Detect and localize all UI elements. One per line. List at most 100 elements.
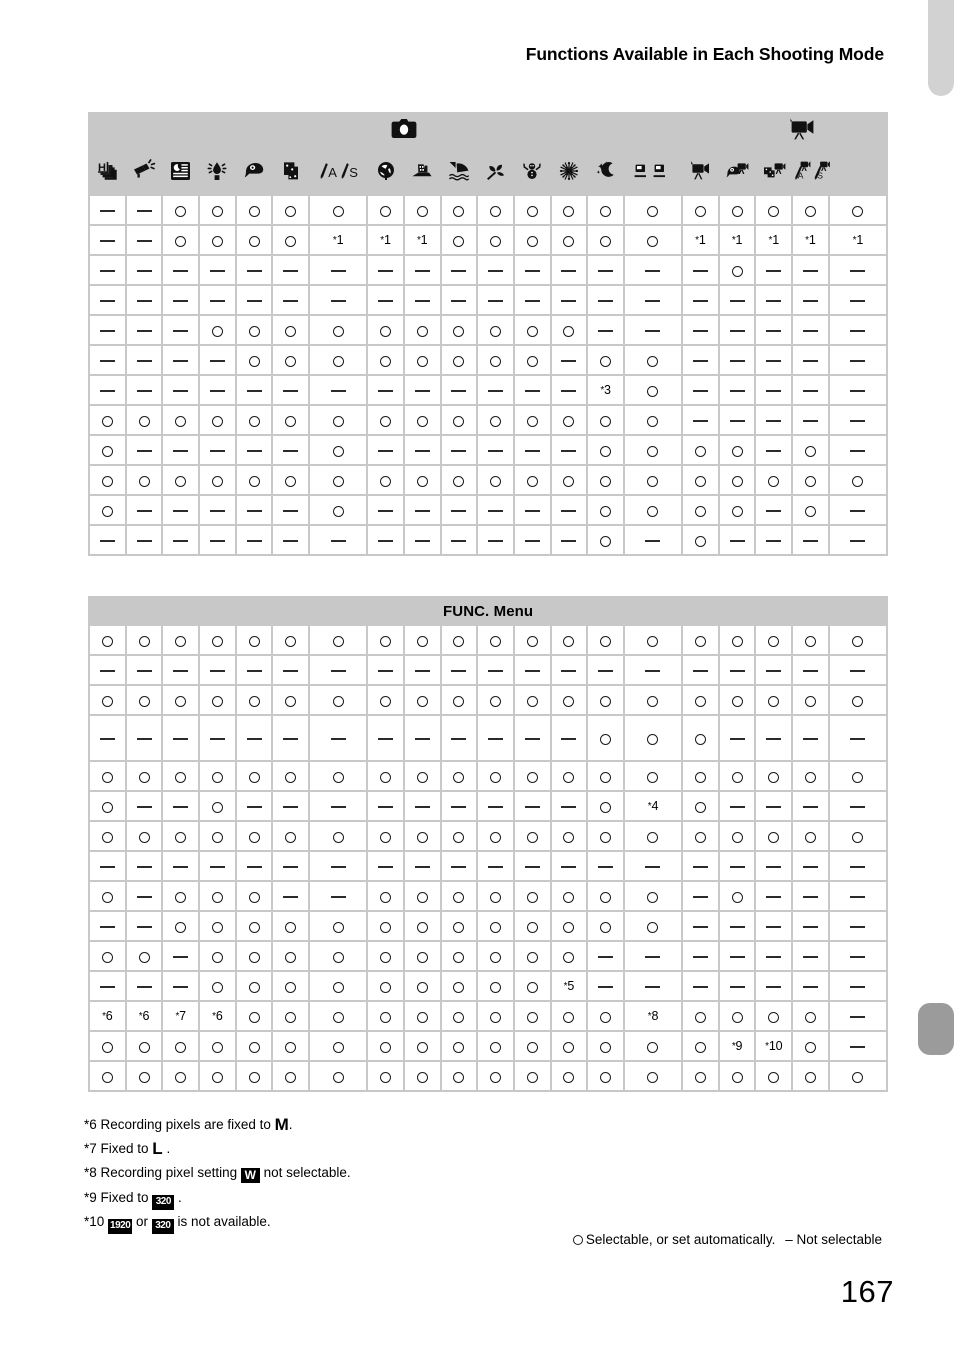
mark-available (453, 981, 465, 993)
mark-available (211, 635, 223, 647)
matrix-cell (478, 972, 513, 1000)
mark-available (285, 475, 297, 487)
matrix-cell: *1 (404, 226, 440, 254)
matrix-cell (551, 686, 587, 714)
footnote-10: *10 1920 or 320 is not available. (84, 1210, 351, 1234)
matrix-cell (404, 792, 440, 820)
still-camera-icon (391, 119, 417, 139)
matrix-cell (719, 882, 755, 910)
mark-available (138, 771, 150, 783)
matrix-cell (404, 686, 440, 714)
matrix-cell (551, 436, 587, 464)
mark-available (647, 695, 659, 707)
matrix-cell (126, 792, 162, 820)
mark-unavailable (378, 540, 394, 543)
mark-available (138, 695, 150, 707)
mark-unavailable (283, 450, 299, 453)
matrix-cell (368, 882, 403, 910)
matrix-cell (551, 376, 587, 404)
mark-available (804, 1071, 816, 1083)
mark-available (647, 891, 659, 903)
mark-unavailable (136, 270, 152, 273)
mark-available (175, 415, 187, 427)
mark-unavailable (766, 956, 782, 959)
matrix-cell (756, 686, 792, 714)
matrix-cell (236, 256, 272, 284)
mark-unavailable (414, 540, 430, 543)
matrix-cell (273, 716, 309, 760)
matrix-cell (126, 226, 162, 254)
mark-unavailable (645, 986, 661, 989)
mark-unavailable (173, 330, 189, 333)
matrix-cell (441, 376, 477, 404)
matrix-cell (368, 792, 403, 820)
mark-unavailable (850, 738, 866, 741)
mark-unavailable (246, 270, 262, 273)
footnote-text: not selectable. (259, 1165, 351, 1181)
matrix-cell (478, 526, 513, 554)
matrix-cell (551, 346, 587, 374)
mark-unavailable (451, 806, 467, 809)
mark-available (175, 771, 187, 783)
mark-unavailable (766, 540, 782, 543)
mark-unavailable (414, 738, 430, 741)
svg-text:A: A (798, 170, 804, 180)
mark-available (526, 325, 538, 337)
matrix-cell (441, 656, 477, 684)
mark-unavailable (692, 926, 708, 929)
mark-available (453, 325, 465, 337)
mark-unavailable (802, 806, 818, 809)
mark-available (768, 1011, 780, 1023)
movie-miniature-icon (756, 159, 791, 183)
mark-available (600, 535, 612, 547)
matrix-cell (514, 316, 550, 344)
mark-available (647, 505, 659, 517)
mark-available (694, 695, 706, 707)
mark-unavailable (729, 866, 745, 869)
mark-unavailable (729, 986, 745, 989)
matrix-cell (126, 346, 162, 374)
mark-unavailable (136, 450, 152, 453)
matrix-cell (719, 942, 755, 970)
matrix-cell (793, 436, 828, 464)
matrix-cell (163, 656, 199, 684)
matrix-cell (624, 626, 682, 654)
mark-unavailable (173, 806, 189, 809)
matrix-cell (514, 972, 550, 1000)
matrix-cell (163, 1062, 199, 1090)
matrix-cell (624, 762, 682, 790)
matrix-cell: *1 (310, 226, 367, 254)
mark-available (332, 355, 344, 367)
mark-available (211, 1071, 223, 1083)
matrix-cell (441, 526, 477, 554)
matrix-cell (514, 1002, 550, 1030)
matrix-cell (404, 316, 440, 344)
matrix-cell (404, 466, 440, 494)
mark-available (453, 695, 465, 707)
mark-unavailable (729, 540, 745, 543)
matrix-cell (588, 526, 623, 554)
mark-unavailable (561, 806, 577, 809)
matrix-cell (683, 792, 718, 820)
matrix-cell (90, 1062, 125, 1090)
matrix-cell (441, 716, 477, 760)
matrix-cell (236, 406, 272, 434)
matrix-cell (441, 852, 477, 880)
matrix-cell (200, 626, 235, 654)
matrix-cell (90, 686, 125, 714)
mark-unavailable (136, 926, 152, 929)
matrix-cell (163, 196, 199, 224)
best-image-selection-icon (127, 159, 162, 183)
poster-effect-icon (405, 159, 440, 183)
matrix-cell (441, 972, 477, 1000)
mark-available (647, 771, 659, 783)
mark-unavailable (488, 300, 504, 303)
mark-available (852, 1071, 864, 1083)
mark-available (453, 235, 465, 247)
matrix-cell (551, 406, 587, 434)
mark-available (490, 771, 502, 783)
matrix-cell (90, 256, 125, 284)
mark-unavailable (173, 986, 189, 989)
matrix-cell (236, 882, 272, 910)
mark-available (380, 355, 392, 367)
